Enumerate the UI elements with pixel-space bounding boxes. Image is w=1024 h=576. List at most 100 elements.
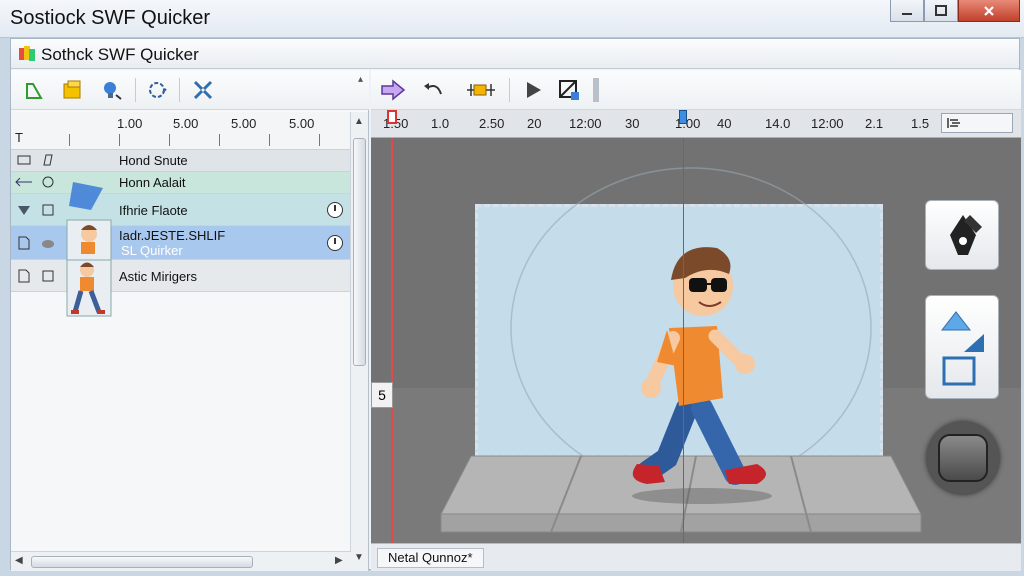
layer-row[interactable]: Honn Aalait	[11, 172, 351, 194]
tween-icon	[15, 177, 32, 187]
layer-row[interactable]: Astic Mirigers	[11, 260, 351, 292]
playhead-handle[interactable]	[679, 110, 687, 124]
color-swatch-button[interactable]	[927, 422, 999, 494]
zoom-dropdown[interactable]	[941, 113, 1013, 133]
align-icon	[947, 118, 960, 128]
status-bar: Netal Qunnoz*	[371, 543, 1021, 571]
window-title: Sostiock SWF Quicker	[10, 7, 211, 29]
close-icon	[984, 5, 994, 16]
layers-vertical-scrollbar[interactable]: ▲ ▼	[350, 112, 368, 571]
layer-row[interactable]: Hond Snute	[11, 150, 351, 172]
maximize-button[interactable]	[924, 0, 958, 22]
layer-name: Astic Mirigers	[119, 269, 198, 284]
layers-horizontal-scrollbar[interactable]: ◀ ▶	[11, 551, 351, 571]
layer-box-icon	[42, 270, 54, 282]
layer-name: Hond Snute	[119, 153, 188, 168]
layer-visible-icon[interactable]	[41, 236, 55, 250]
layer-name: Ifhrie Flaote	[119, 203, 188, 218]
clock-icon[interactable]	[327, 235, 343, 251]
insert-keyframe-icon[interactable]	[465, 78, 497, 102]
stage[interactable]	[371, 138, 1021, 543]
collapse-triangle-icon[interactable]	[17, 203, 31, 217]
app-title: Sothck SWF Quicker	[41, 45, 199, 64]
character-thumbnails	[66, 182, 112, 317]
ruler-label: 30	[625, 116, 640, 131]
timeline-layers-panel: ▴ T 1.00 5.00 5.00 5.00 Hond Snute Honn …	[11, 70, 369, 571]
ruler-label: 1.5	[911, 116, 930, 131]
clock-icon[interactable]	[327, 202, 343, 218]
scissors-icon[interactable]	[191, 78, 215, 102]
ruler-label: 5.00	[289, 116, 315, 131]
layer-box-icon	[42, 204, 54, 216]
start-marker[interactable]	[387, 110, 397, 124]
maximize-icon	[935, 4, 947, 16]
start-marker-line	[391, 138, 393, 543]
lock-icon[interactable]	[41, 153, 55, 167]
ruler-tick	[69, 134, 70, 146]
undo-icon[interactable]	[421, 78, 445, 102]
app-titlebar: Sothck SWF Quicker	[11, 39, 1019, 69]
ruler-label: 14.0	[765, 116, 791, 131]
edit-frame-icon[interactable]	[557, 78, 581, 102]
bulb-icon[interactable]	[99, 78, 123, 102]
ruler-label: 5.00	[173, 116, 199, 131]
ruler-tick	[269, 134, 270, 146]
window-controls	[890, 0, 1020, 22]
layers-toolbar: ▴	[11, 70, 369, 110]
pin-icon[interactable]: ▴	[358, 74, 363, 85]
toolbar-separator	[179, 78, 180, 102]
frame-ruler: 1:50 1.0 2.50 20 12:00 30 1:00 40 14.0 1…	[371, 110, 1021, 138]
stage-toolbar	[371, 70, 1021, 110]
frame-number-badge: 5	[371, 382, 393, 408]
shapes-tool-button[interactable]	[925, 295, 999, 399]
scroll-down-arrow-icon[interactable]: ▼	[354, 552, 364, 563]
scene-tab[interactable]: Netal Qunnoz*	[377, 548, 484, 568]
ruler-label: 5.00	[231, 116, 257, 131]
layer-row[interactable]: Ifhrie Flaote	[11, 194, 351, 226]
page-icon	[18, 236, 30, 250]
toolbar-separator	[509, 78, 510, 102]
arrow-right-icon[interactable]	[379, 78, 407, 102]
minimize-icon	[902, 12, 912, 15]
ruler-tick	[119, 134, 120, 146]
toolbar-separator	[135, 78, 136, 102]
app-window: Sothck SWF Quicker ▴ T 1.00 5.00 5.00 5.…	[10, 38, 1021, 571]
ruler-label: 20	[527, 116, 542, 131]
guide-icon[interactable]	[41, 175, 55, 189]
toolbar-separator	[593, 78, 599, 102]
scroll-right-arrow-icon[interactable]: ▶	[335, 555, 343, 566]
ruler-tick	[219, 134, 220, 146]
ruler-marker: T	[15, 130, 23, 145]
layer-row-selected[interactable]: Iadr.JESTE.SHLIF SL Quirker	[11, 226, 351, 260]
ruler-label: 40	[717, 116, 732, 131]
ruler-label: 12:00	[569, 116, 602, 131]
layer-subname: SL Quirker	[121, 243, 183, 258]
ruler-label: 1.00	[117, 116, 143, 131]
new-shape-icon[interactable]	[23, 78, 47, 102]
ruler-tick	[169, 134, 170, 146]
motion-path-icon[interactable]	[145, 78, 169, 102]
layer-name: Honn Aalait	[119, 175, 186, 190]
scroll-thumb[interactable]	[353, 138, 366, 366]
play-icon[interactable]	[521, 78, 545, 102]
playhead-line[interactable]	[683, 138, 684, 543]
scroll-thumb[interactable]	[31, 556, 253, 568]
walking-character	[632, 247, 772, 504]
ruler-tick	[319, 134, 320, 146]
pen-tool-button[interactable]	[925, 200, 999, 270]
scroll-up-arrow-icon[interactable]: ▲	[354, 116, 364, 127]
scroll-left-arrow-icon[interactable]: ◀	[15, 555, 23, 566]
pen-nib-icon	[950, 215, 982, 255]
close-button[interactable]	[958, 0, 1020, 22]
ruler-label: 1.0	[431, 116, 450, 131]
ruler-label: 2.1	[865, 116, 884, 131]
fill-swatch	[938, 434, 988, 482]
minimize-button[interactable]	[890, 0, 924, 22]
app-logo-icon	[19, 46, 35, 61]
stage-panel: 1:50 1.0 2.50 20 12:00 30 1:00 40 14.0 1…	[371, 70, 1021, 571]
ruler-label: 12:00	[811, 116, 844, 131]
ruler-label: 2.50	[479, 116, 505, 131]
page-icon	[18, 269, 30, 283]
folder-icon[interactable]	[61, 78, 85, 102]
shapes-icon	[940, 311, 984, 386]
